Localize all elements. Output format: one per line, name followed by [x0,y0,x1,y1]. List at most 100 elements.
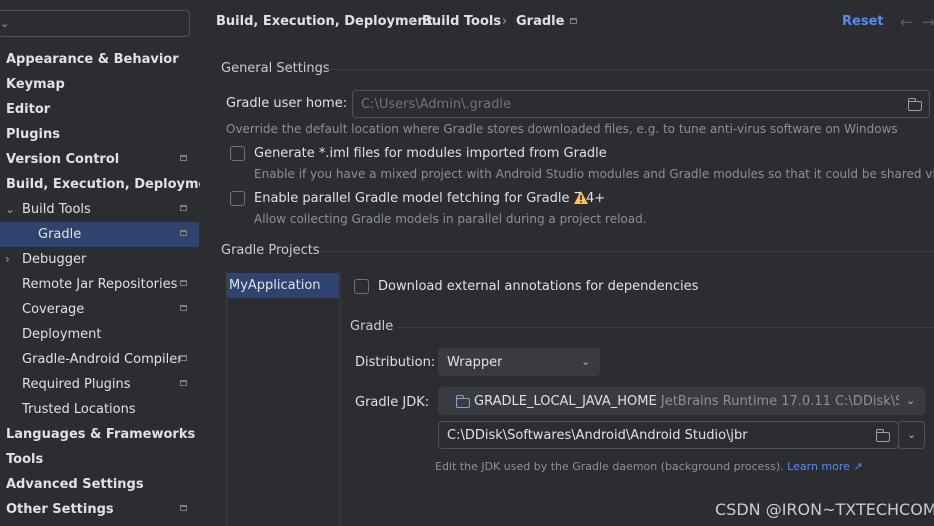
section-divider [320,251,934,252]
sidebar-item-label: Build Tools [22,202,91,217]
sidebar-item-gradle[interactable]: Gradle [0,222,199,247]
project-level-icon [180,505,187,511]
section-divider [398,327,934,328]
project-level-icon [180,280,187,286]
jdk-path-value: C:\DDisk\Softwares\Android\Android Studi… [447,428,748,443]
gradle-jdk-label: Gradle JDK: [355,395,430,410]
sidebar-item-advanced-settings[interactable]: Advanced Settings [0,472,199,497]
chevron-down-icon: ⌄ [581,355,591,368]
download-annotations-checkbox[interactable] [354,279,369,294]
project-level-icon [180,155,187,161]
learn-more-link[interactable]: Learn more ↗ [787,460,862,473]
settings-sidebar: ⌄ Appearance & Behavior Keymap Editor Pl… [0,0,223,526]
sidebar-item-appearance-behavior[interactable]: Appearance & Behavior [0,47,199,72]
sidebar-item-debugger[interactable]: › Debugger [0,247,199,272]
sidebar-item-label: Languages & Frameworks [6,427,196,442]
sidebar-item-plugins[interactable]: Plugins [0,122,199,147]
chevron-down-icon[interactable]: ⌄ [5,197,15,222]
sidebar-item-languages-frameworks[interactable]: Languages & Frameworks [0,422,199,447]
sidebar-item-remote-jar-repositories[interactable]: Remote Jar Repositories [0,272,199,297]
gradle-jdk-value: GRADLE_LOCAL_JAVA_HOME JetBrains Runtime… [474,388,899,416]
project-level-icon [180,205,187,211]
back-arrow-icon[interactable]: ← [900,13,913,31]
parallel-fetching-checkbox[interactable] [230,191,245,206]
gradle-jdk-dropdown[interactable]: GRADLE_LOCAL_JAVA_HOME JetBrains Runtime… [438,387,925,415]
settings-search-field[interactable]: ⌄ [0,10,190,37]
jdk-path-field[interactable]: C:\DDisk\Softwares\Android\Android Studi… [438,421,899,449]
sidebar-item-build-execution-deployment[interactable]: Build, Execution, Deployment [0,172,223,197]
distribution-dropdown[interactable]: Wrapper ⌄ [438,348,600,376]
parallel-fetching-hint: Allow collecting Gradle models in parall… [254,212,647,226]
gradle-user-home-placeholder: C:\Users\Admin\.gradle [361,97,511,112]
reset-link[interactable]: Reset [842,14,884,29]
search-icon: ⌄ [0,17,10,30]
sidebar-item-label: Debugger [22,252,87,267]
sidebar-item-required-plugins[interactable]: Required Plugins [0,372,199,397]
gradle-user-home-label: Gradle user home: [226,96,348,111]
settings-content: Build, Execution, Deployment › Build Too… [200,0,934,526]
sidebar-item-trusted-locations[interactable]: Trusted Locations [0,397,199,422]
sidebar-item-version-control[interactable]: Version Control [0,147,199,172]
list-item-myapplication[interactable]: MyApplication [227,273,339,298]
sidebar-item-keymap[interactable]: Keymap [0,72,199,97]
gradle-user-home-field[interactable]: C:\Users\Admin\.gradle [352,90,930,118]
breadcrumb-item[interactable]: Build Tools [422,14,501,29]
sidebar-item-label: Coverage [22,302,85,317]
chevron-down-icon: ⌄ [906,394,916,407]
sidebar-item-label: Appearance & Behavior [6,52,179,67]
sidebar-item-label: Gradle [38,227,82,242]
sidebar-item-build-tools[interactable]: ⌄ Build Tools [0,197,199,222]
jdk-detail: JetBrains Runtime 17.0.11 C:\DDisk\Softw… [660,394,899,409]
list-item-label: MyApplication [229,278,321,293]
breadcrumb-separator: › [408,14,414,29]
gradle-jdk-hint-text: Edit the JDK used by the Gradle daemon (… [435,460,784,473]
project-level-icon [180,380,187,386]
sidebar-item-label: Required Plugins [22,377,131,392]
folder-icon[interactable] [907,98,922,111]
gradle-jdk-hint: Edit the JDK used by the Gradle daemon (… [435,460,863,473]
breadcrumb-item[interactable]: Build, Execution, Deployment [216,14,433,29]
folder-icon[interactable] [875,429,890,442]
distribution-value: Wrapper [447,355,503,370]
chevron-right-icon[interactable]: › [5,247,10,272]
general-settings-title: General Settings [221,61,330,76]
download-annotations-label[interactable]: Download external annotations for depend… [378,279,698,294]
sidebar-item-other-settings[interactable]: Other Settings [0,497,199,522]
breadcrumb-separator: › [502,14,508,29]
sidebar-item-label: Other Settings [6,502,114,517]
sidebar-item-deployment[interactable]: Deployment [0,322,199,347]
sidebar-item-label: Plugins [6,127,60,142]
sidebar-item-label: Advanced Settings [6,477,144,492]
jdk-name: GRADLE_LOCAL_JAVA_HOME [474,394,657,409]
sidebar-item-label: Tools [6,452,44,467]
sidebar-item-label: Keymap [6,77,65,92]
project-level-icon [570,18,577,24]
gradle-projects-list: MyApplication [226,270,341,526]
section-divider [326,69,934,70]
breadcrumb-item: Gradle [516,14,565,29]
forward-arrow-icon[interactable]: → [922,13,934,31]
project-level-icon [180,355,187,361]
gradle-user-home-hint: Override the default location where Grad… [226,122,898,136]
sidebar-item-label: Editor [6,102,51,117]
gradle-projects-title: Gradle Projects [221,243,320,258]
sidebar-item-label: Version Control [6,152,120,167]
sidebar-item-coverage[interactable]: Coverage [0,297,199,322]
warning-icon [574,191,588,204]
parallel-fetching-label[interactable]: Enable parallel Gradle model fetching fo… [254,191,605,206]
jdk-path-history-button[interactable]: ⌄ [898,421,925,449]
sidebar-item-label: Deployment [22,327,102,342]
generate-iml-hint: Enable if you have a mixed project with … [254,167,934,181]
sidebar-item-editor[interactable]: Editor [0,97,199,122]
sidebar-item-label: Build, Execution, Deployment [6,177,223,192]
sidebar-item-label: Remote Jar Repositories [22,277,178,292]
generate-iml-label[interactable]: Generate *.iml files for modules importe… [254,146,607,161]
project-level-icon [180,305,187,311]
watermark-text: CSDN @IRON~TXTECHCOM [715,500,934,519]
sidebar-item-label: Trusted Locations [22,402,136,417]
distribution-label: Distribution: [355,355,436,370]
generate-iml-checkbox[interactable] [230,146,245,161]
sidebar-item-tools[interactable]: Tools [0,447,199,472]
gradle-subsection-title: Gradle [350,319,394,334]
sidebar-item-gradle-android-compiler[interactable]: Gradle-Android Compiler [0,347,199,372]
